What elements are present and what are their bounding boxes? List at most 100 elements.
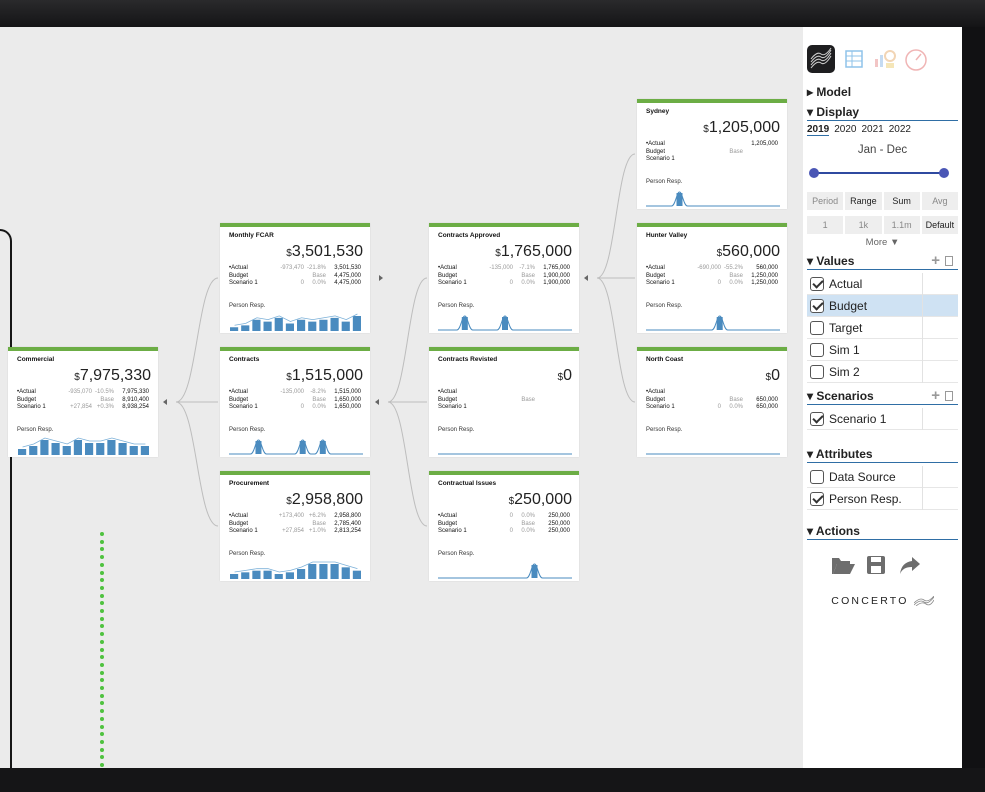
total-value: 2,958,800 (291, 491, 363, 508)
node-card-contracts-revisted[interactable]: Contracts Revisted $0 •Actual Budget Bas… (429, 347, 579, 457)
node-card-hunter-valley[interactable]: Hunter Valley $560,000 •Actual -690,000 … (637, 223, 787, 333)
spark-bar (352, 316, 361, 331)
row-delta (473, 273, 513, 281)
row-delta (264, 273, 304, 281)
scale-default-button[interactable]: Default (921, 216, 958, 234)
node-total: $1,515,000 (286, 367, 363, 385)
attribute-option-person-resp[interactable]: Person Resp. (807, 488, 958, 510)
scale-11m-button[interactable]: 1.1m (883, 216, 920, 234)
person-resp-label: Person Resp. (646, 179, 683, 185)
connector-line (175, 277, 219, 403)
node-card-commercial[interactable]: Commercial $7,975,330 •Actual -935,070 -… (8, 347, 158, 457)
scenario-option-scenario-1[interactable]: Scenario 1 (807, 408, 958, 430)
year-2020[interactable]: 2020 (834, 124, 856, 135)
row-delta: 0 (509, 528, 513, 534)
model-section-header[interactable]: ▸ Model (807, 85, 958, 101)
value-option-actual[interactable]: Actual (807, 273, 958, 295)
value-row: Scenario 1 0 0.0% 250,000 (438, 528, 570, 536)
scale-1-button[interactable]: 1 (807, 216, 844, 234)
checkbox[interactable] (810, 277, 824, 291)
checkbox[interactable] (810, 412, 824, 426)
period-slider[interactable] (809, 168, 949, 178)
values-section-header[interactable]: ▾ Values + (807, 253, 958, 270)
value-option-sim-1[interactable]: Sim 1 (807, 339, 958, 361)
node-title: Contracts (229, 356, 260, 363)
node-card-contracts[interactable]: Contracts $1,515,000 •Actual -135,000 -8… (220, 347, 370, 457)
value-row: Budget Base 250,000 (438, 521, 570, 529)
node-card-contractual-issues[interactable]: Contractual Issues $250,000 •Actual 0 0.… (429, 471, 579, 581)
sparkline (438, 315, 572, 331)
node-card-procurement[interactable]: Procurement $2,958,800 •Actual +173,400 … (220, 471, 370, 581)
mode-sum-button[interactable]: Sum (883, 192, 920, 210)
person-resp-label: Person Resp. (17, 427, 54, 433)
copy-icon[interactable] (945, 256, 953, 266)
actions-section-header[interactable]: ▾ Actions (807, 524, 958, 540)
add-value-icon[interactable]: + (931, 253, 940, 268)
checkbox[interactable] (810, 321, 824, 335)
row-value: 560,000 (756, 265, 778, 271)
checkbox[interactable] (810, 492, 824, 506)
year-2022[interactable]: 2022 (889, 124, 911, 135)
node-card-contracts-approved[interactable]: Contracts Approved $1,765,000 •Actual -1… (429, 223, 579, 333)
spark-bar (230, 574, 239, 579)
collapse-arrow-icon (584, 275, 588, 281)
row-label: Scenario 1 (646, 404, 675, 410)
spark-bar (308, 321, 317, 331)
checkbox[interactable] (810, 470, 824, 484)
scenarios-section-header[interactable]: ▾ Scenarios + (807, 388, 958, 405)
share-icon[interactable] (898, 555, 922, 575)
mode-avg-button[interactable]: Avg (921, 192, 958, 210)
collapse-arrow-icon (375, 399, 379, 405)
table-view-icon[interactable] (840, 45, 868, 73)
row-percent: -10.5% (94, 389, 114, 395)
row-percent: Base (312, 396, 326, 403)
guide-dot (100, 570, 104, 575)
scale-1k-button[interactable]: 1k (845, 216, 882, 234)
row-value: 1,650,000 (334, 396, 361, 403)
attribute-option-data-source[interactable]: Data Source (807, 466, 958, 488)
more-toggle[interactable]: More ▼ (803, 237, 962, 248)
checkbox[interactable] (810, 299, 824, 313)
row-percent: Base (521, 396, 535, 403)
node-card-north-coast[interactable]: North Coast $0 •Actual Budget Base 650,0… (637, 347, 787, 457)
connector-line (596, 277, 636, 403)
row-delta: +173,400 (278, 513, 304, 519)
node-card-sydney[interactable]: Sydney $1,205,000 •Actual 1,205,000 Budg… (637, 99, 787, 209)
value-row: •Actual -135,000 -7.1% 1,765,000 (438, 265, 570, 273)
year-2021[interactable]: 2021 (862, 124, 884, 135)
checkbox[interactable] (810, 365, 824, 379)
guide-dot (100, 716, 104, 721)
graph-view-icon[interactable] (807, 45, 835, 73)
row-delta (681, 397, 721, 405)
node-value-rows: •Actual 0 0.0% 250,000 Budget Base 250,0… (438, 513, 570, 536)
divider (922, 466, 923, 488)
mode-period-button[interactable]: Period (807, 192, 844, 210)
charts-view-icon[interactable] (871, 45, 899, 73)
attributes-section-header[interactable]: ▾ Attributes (807, 447, 958, 463)
folder-open-icon[interactable] (830, 554, 856, 576)
year-2019[interactable]: 2019 (807, 124, 830, 136)
checkbox[interactable] (810, 343, 824, 357)
divider (922, 488, 923, 510)
guide-dot (100, 739, 104, 744)
save-icon[interactable] (866, 555, 886, 575)
node-value-rows: •Actual +173,400 +6.2% 2,958,800 Budget … (229, 513, 361, 536)
node-title: Hunter Valley (646, 232, 688, 239)
value-option-budget[interactable]: Budget (807, 295, 958, 317)
node-card-monthly-fcar[interactable]: Monthly FCAR $3,501,530 •Actual -973,470… (220, 223, 370, 333)
logo-text: CONCERTO (831, 595, 909, 607)
node-total: $560,000 (717, 243, 780, 261)
dashboard-view-icon[interactable] (902, 45, 930, 73)
total-value: 3,501,530 (291, 243, 363, 260)
mode-range-button[interactable]: Range (845, 192, 882, 210)
value-row: •Actual -135,000 -8.2% 1,515,000 (229, 389, 361, 397)
value-option-target[interactable]: Target (807, 317, 958, 339)
add-scenario-icon[interactable]: + (931, 388, 940, 403)
row-label: Budget (646, 272, 666, 279)
value-option-sim-2[interactable]: Sim 2 (807, 361, 958, 383)
row-value: 250,000 (548, 528, 570, 534)
copy-scenario-icon[interactable] (945, 391, 953, 401)
spark-bar (263, 321, 272, 331)
spark-bar (241, 325, 250, 331)
display-section-header[interactable]: ▾ Display (807, 105, 958, 121)
